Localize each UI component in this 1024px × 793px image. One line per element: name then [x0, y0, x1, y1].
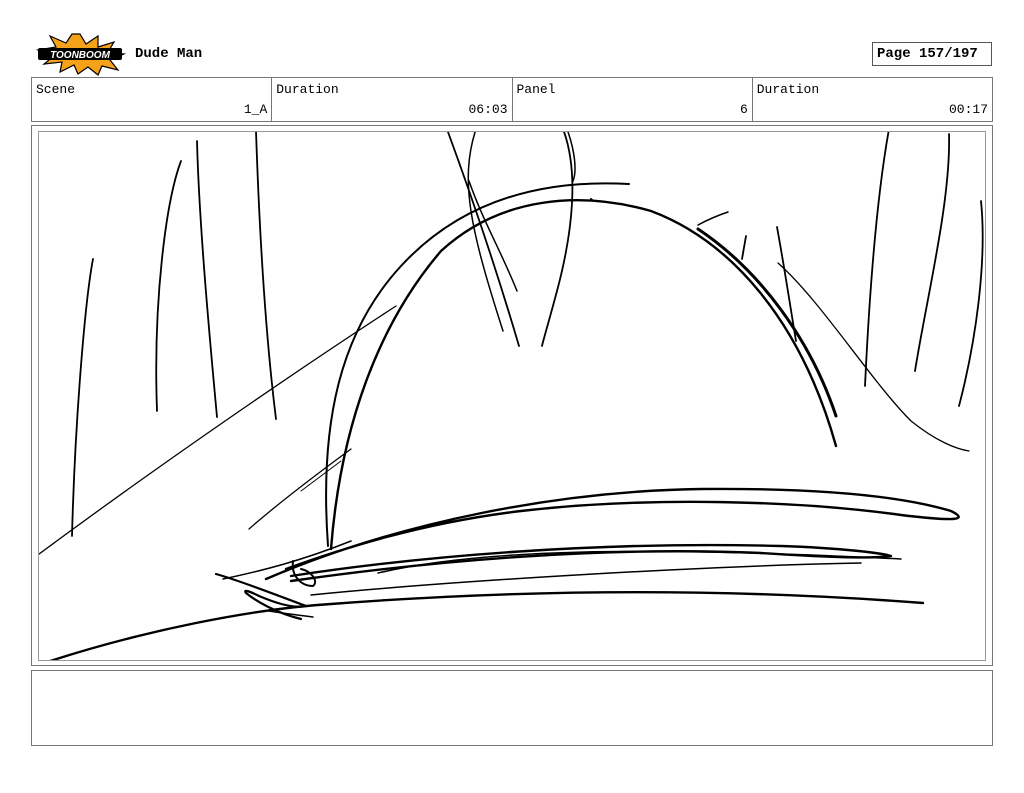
panel-duration-value: 00:17 [948, 102, 988, 117]
panel-duration-cell: Duration 00:17 [753, 78, 992, 121]
logo-text: TOONBOOM [50, 50, 110, 61]
sketch-stroke-hill-right [777, 262, 970, 452]
sketch-stroke-right-stalk-2 [914, 133, 950, 372]
panel-notes-box[interactable] [31, 670, 993, 746]
sketch-stroke-dome-dot [590, 198, 593, 201]
scene-label: Scene [36, 82, 76, 97]
scene-duration-value: 06:03 [468, 102, 508, 117]
sketch-stroke-ground-1 [49, 590, 925, 660]
panel-cell: Panel 6 [513, 78, 753, 121]
sketch-stroke-hatch-1 [248, 448, 352, 530]
sketch-stroke-top-2 [467, 132, 504, 332]
toonboom-logo: TOONBOOM [35, 33, 126, 76]
sketch-stroke-hill-left [39, 305, 397, 555]
page-counter: Page 157/197 [872, 42, 992, 66]
sketch-stroke-left-stalk-4 [255, 132, 277, 420]
panel-label: Panel [516, 82, 556, 97]
scene-cell: Scene 1_A [32, 78, 273, 121]
scene-value: 1_A [243, 102, 268, 117]
sketch-stroke-top-4 [541, 132, 574, 347]
project-title: Dude Man [135, 46, 203, 62]
panel-frame [31, 125, 993, 666]
panel-value: 6 [739, 102, 748, 117]
sketch-stroke-left-stalk-3 [196, 140, 218, 418]
sketch-stroke-dome-tick-2 [741, 235, 747, 260]
sketch-stroke-hatch-2 [300, 460, 342, 492]
panel-duration-label: Duration [756, 82, 820, 97]
sketch-stroke-right-stalk-3 [958, 200, 984, 407]
scene-duration-cell: Duration 06:03 [272, 78, 513, 121]
sketch-stroke-dome-tick-1 [697, 211, 729, 226]
panel-info-row: Scene 1_A Duration 06:03 Panel 6 Duratio… [31, 77, 993, 122]
sketch-stroke-dome-tick-3 [776, 226, 797, 342]
panel-canvas[interactable] [38, 131, 986, 661]
sketch-stroke-ground-3 [289, 543, 893, 583]
scene-duration-label: Duration [276, 82, 339, 97]
storyboard-sketch [39, 132, 984, 660]
sketch-stroke-left-stalk-2 [155, 160, 182, 412]
sketch-stroke-top-1 [447, 132, 520, 347]
sketch-stroke-right-stalk-1 [864, 132, 890, 387]
sketch-stroke-left-stalk-1 [71, 258, 94, 537]
